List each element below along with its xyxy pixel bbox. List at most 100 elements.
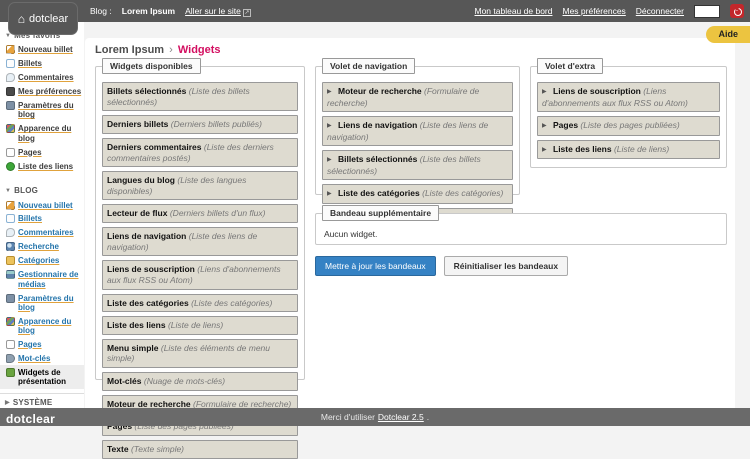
widget-item[interactable]: Pages (Liste des pages publiées) xyxy=(537,116,720,136)
widget-name: Pages xyxy=(553,120,578,130)
widget-item[interactable]: Langues du blog (Liste des langues dispo… xyxy=(102,171,298,200)
sidebar-item[interactable]: Recherche xyxy=(0,240,84,254)
main-content: Lorem Ipsum › Widgets Widgets disponible… xyxy=(85,38,735,408)
help-button[interactable]: Aide xyxy=(706,26,750,43)
widget-item[interactable]: Liste des liens (Liste de liens) xyxy=(102,316,298,335)
widget-desc: (Liste de liens) xyxy=(614,144,669,154)
widget-desc: (Liste des catégories) xyxy=(191,298,272,308)
widget-desc: (Liste de liens) xyxy=(168,320,223,330)
post-icon xyxy=(6,214,15,223)
widget-item[interactable]: Derniers billets (Derniers billets publi… xyxy=(102,115,298,134)
widget-name: Langues du blog xyxy=(107,175,175,185)
widget-item[interactable]: Billets sélectionnés (Liste des billets … xyxy=(102,82,298,111)
user-field[interactable] xyxy=(694,5,720,18)
widget-item[interactable]: Liens de navigation (Liste des liens de … xyxy=(102,227,298,256)
widget-item[interactable]: Liens de souscription (Liens d'abonnemen… xyxy=(102,260,298,289)
breadcrumb: Lorem Ipsum › Widgets xyxy=(95,44,221,56)
widget-desc: (Liste des catégories) xyxy=(422,188,503,198)
favorites-section: ▼ Mes favoris Nouveau billet Billets Com… xyxy=(0,22,84,177)
sidebar-item-label: Widgets de présentation xyxy=(18,368,82,386)
widget-name: Derniers billets xyxy=(107,119,168,129)
sidebar-item-label: Billets xyxy=(18,214,42,223)
sidebar-item-label: Pages xyxy=(18,340,42,349)
chevron-down-icon: ▼ xyxy=(5,188,11,194)
widget-item[interactable]: Derniers commentaires (Liste des dernier… xyxy=(102,138,298,167)
sidebar-item[interactable]: Mot-clés xyxy=(0,351,84,365)
sidebar-item[interactable]: Pages xyxy=(0,337,84,351)
widget-name: Liens de souscription xyxy=(553,86,641,96)
sidebar-item[interactable]: Gestionnaire de médias xyxy=(0,268,84,291)
widget-desc: (Nuage de mots-clés) xyxy=(144,376,225,386)
widget-item[interactable]: Liste des catégories (Liste des catégori… xyxy=(322,184,513,204)
sidebar-item[interactable]: Apparence du blog xyxy=(0,122,84,145)
sidebar-item-label: Billets xyxy=(18,59,42,68)
custom-banner-panel: Bandeau supplémentaire Aucun widget. xyxy=(315,205,727,245)
reset-banners-button[interactable]: Réinitialiser les bandeaux xyxy=(444,256,568,276)
sidebar-item[interactable]: Paramètres du blog xyxy=(0,291,84,314)
sidebar-item-label: Commentaires xyxy=(18,73,74,82)
goto-site-link[interactable]: Aller sur le site↗ xyxy=(185,6,251,17)
sidebar-item-label: Paramètres du blog xyxy=(18,294,82,312)
extra-sidebar-panel: Volet d'extra Liens de souscription (Lie… xyxy=(530,58,727,168)
widget-name: Moteur de recherche xyxy=(338,86,422,96)
sidebar-item[interactable]: Catégories xyxy=(0,254,84,268)
update-banners-button[interactable]: Mettre à jour les bandeaux xyxy=(315,256,436,276)
sidebar-item[interactable]: Widgets de présentation xyxy=(0,365,84,388)
widget-name: Billets sélectionnés xyxy=(107,86,186,96)
sidebar-item[interactable]: Pages xyxy=(0,145,84,159)
pencil-icon xyxy=(6,201,15,210)
empty-widget-note: Aucun widget. xyxy=(316,221,726,239)
comment-icon xyxy=(6,228,15,237)
sidebar-item[interactable]: Mes préférences xyxy=(0,85,84,99)
sidebar-item[interactable]: Nouveau billet xyxy=(0,43,84,57)
sidebar-item-label: Apparence du blog xyxy=(18,124,82,142)
logout-link[interactable]: Déconnecter xyxy=(636,6,684,16)
available-widgets-panel: Widgets disponibles Billets sélectionnés… xyxy=(95,58,305,380)
settings-icon xyxy=(6,101,15,110)
pencil-icon xyxy=(6,45,15,54)
folder-icon xyxy=(6,256,15,265)
sidebar-item-label: Nouveau billet xyxy=(18,201,73,210)
page-icon xyxy=(6,340,15,349)
sidebar-item-label: Nouveau billet xyxy=(18,45,73,54)
preferences-link[interactable]: Mes préférences xyxy=(562,6,625,16)
widget-item[interactable]: Liste des catégories (Liste des catégori… xyxy=(102,294,298,313)
blog-name: Lorem Ipsum xyxy=(122,6,175,16)
chevron-right-icon: ▶ xyxy=(5,399,10,406)
sidebar-item[interactable]: Liste des liens xyxy=(0,159,84,173)
widget-item[interactable]: Lecteur de flux (Derniers billets d'un f… xyxy=(102,204,298,223)
sidebar-item[interactable]: Commentaires xyxy=(0,71,84,85)
widget-item[interactable]: Texte (Texte simple) xyxy=(102,440,298,459)
blog-section-toggle[interactable]: ▼ BLOG xyxy=(0,181,84,198)
external-link-icon: ↗ xyxy=(243,9,251,17)
widget-item[interactable]: Moteur de recherche (Formulaire de reche… xyxy=(322,82,513,112)
sidebar-item[interactable]: Commentaires xyxy=(0,226,84,240)
widget-item[interactable]: Mot-clés (Nuage de mots-clés) xyxy=(102,372,298,391)
dotclear-version-link[interactable]: Dotclear 2.5 xyxy=(378,412,424,422)
widget-desc: (Derniers billets publiés) xyxy=(171,119,262,129)
widget-item[interactable]: Menu simple (Liste des éléments de menu … xyxy=(102,339,298,368)
widget-item[interactable]: Liste des liens (Liste de liens) xyxy=(537,140,720,160)
sidebar-item[interactable]: Billets xyxy=(0,212,84,226)
breadcrumb-blog[interactable]: Lorem Ipsum xyxy=(95,44,164,56)
sidebar-item-label: Commentaires xyxy=(18,228,74,237)
sidebar-item[interactable]: Nouveau billet xyxy=(0,198,84,212)
custom-banner-legend: Bandeau supplémentaire xyxy=(322,205,439,221)
dotclear-logo[interactable]: ⌂ dotclear xyxy=(8,2,78,35)
dotclear-admin-window: Blog : Lorem Ipsum Aller sur le site↗ Mo… xyxy=(0,0,750,426)
widget-item[interactable]: Liens de navigation (Liste des liens de … xyxy=(322,116,513,146)
appearance-icon xyxy=(6,124,15,133)
sidebar-item[interactable]: Paramètres du blog xyxy=(0,99,84,122)
widget-name: Texte xyxy=(107,444,129,454)
dashboard-link[interactable]: Mon tableau de bord xyxy=(475,6,553,16)
settings-icon xyxy=(6,294,15,303)
links-icon xyxy=(6,162,15,171)
sidebar-item[interactable]: Billets xyxy=(0,57,84,71)
power-icon[interactable] xyxy=(730,4,744,18)
sidebar-item-label: Gestionnaire de médias xyxy=(18,270,82,288)
widget-item[interactable]: Billets sélectionnés (Liste des billets … xyxy=(322,150,513,180)
sidebar-item[interactable]: Apparence du blog xyxy=(0,314,84,337)
available-widgets-legend: Widgets disponibles xyxy=(102,58,201,74)
widget-item[interactable]: Liens de souscription (Liens d'abonnemen… xyxy=(537,82,720,112)
sidebar-item-label: Catégories xyxy=(18,256,59,265)
